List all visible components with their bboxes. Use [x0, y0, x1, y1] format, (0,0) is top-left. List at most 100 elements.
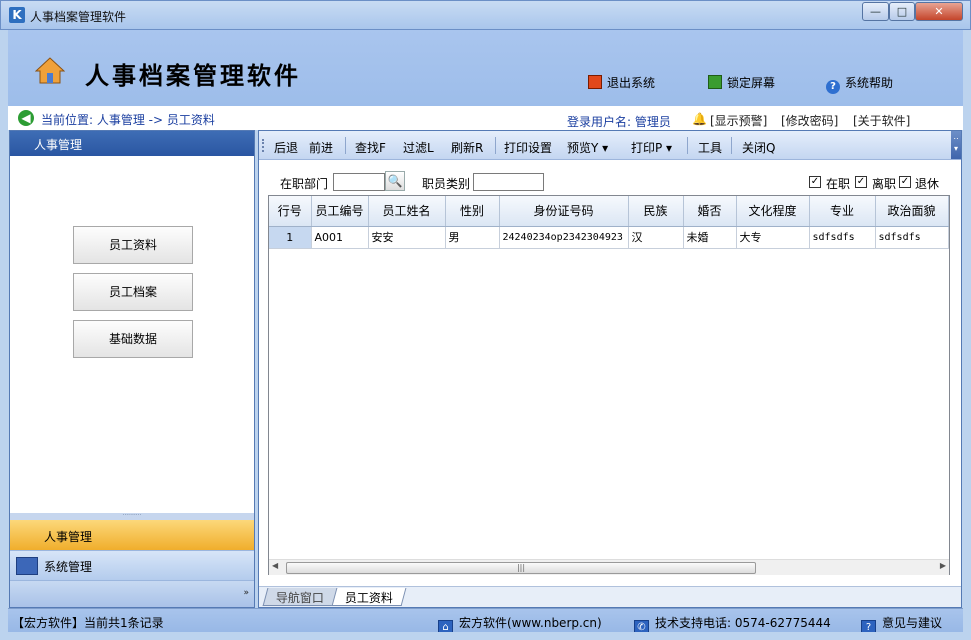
- window-bottom-edge: [0, 632, 971, 640]
- record-count: 【宏方软件】当前共1条记录: [12, 616, 164, 630]
- close-tab-button[interactable]: 关闭Q: [742, 139, 775, 156]
- back-arrow-icon[interactable]: ◀: [18, 110, 34, 126]
- system-help-button[interactable]: ? 系统帮助: [826, 74, 893, 94]
- horizontal-scrollbar[interactable]: ◀ ||| ▶: [269, 559, 949, 575]
- table-cell[interactable]: sdfsdfs: [809, 226, 876, 249]
- category-input[interactable]: [473, 173, 544, 191]
- group-sys-label: 系统管理: [44, 560, 93, 574]
- preview-button[interactable]: 预览Y ▾: [567, 139, 608, 156]
- website-label: 宏方软件(www.nberp.cn): [459, 616, 602, 630]
- find-button[interactable]: 查找F: [355, 139, 386, 156]
- column-header[interactable]: 性别: [445, 196, 500, 227]
- column-header[interactable]: 专业: [809, 196, 876, 227]
- navigation-panel: 人事管理 员工资料 员工档案 基础数据 ·········· 人事管理 系统管理…: [9, 130, 255, 608]
- exit-label: 退出系统: [607, 76, 656, 90]
- basic-data-button[interactable]: 基础数据: [73, 320, 193, 358]
- department-label: 在职部门: [280, 177, 329, 191]
- column-header[interactable]: 文化程度: [736, 196, 810, 227]
- back-button[interactable]: 后退: [274, 139, 298, 156]
- help-icon: ?: [826, 80, 840, 94]
- row-number[interactable]: 1: [269, 226, 312, 249]
- table-header-row: 行号 员工编号 员工姓名 性别 身份证号码 民族 婚否 文化程度 专业 政治面貌: [269, 196, 949, 227]
- table-cell[interactable]: 大专: [736, 226, 810, 249]
- group-system-management[interactable]: 系统管理: [10, 550, 254, 580]
- active-checkbox[interactable]: ✓: [809, 176, 821, 188]
- left-label: 离职: [872, 177, 897, 191]
- app-icon: K: [9, 7, 25, 23]
- close-window-button[interactable]: ✕: [915, 2, 963, 21]
- show-warning-link[interactable]: [显示预警]: [710, 112, 767, 129]
- group-overflow[interactable]: »: [10, 580, 254, 607]
- toolbar-separator: [345, 137, 346, 154]
- refresh-button[interactable]: 刷新R: [451, 139, 483, 156]
- department-input[interactable]: [333, 173, 385, 191]
- scroll-thumb[interactable]: |||: [286, 562, 756, 574]
- lock-icon: [708, 75, 722, 89]
- employee-archive-button[interactable]: 员工档案: [73, 273, 193, 311]
- system-icon: [16, 557, 38, 575]
- scroll-right-icon[interactable]: ▶: [940, 561, 946, 570]
- group-hr-label: 人事管理: [44, 530, 93, 544]
- tools-button[interactable]: 工具: [698, 139, 722, 156]
- power-icon: [588, 75, 602, 89]
- group-hr-management[interactable]: 人事管理: [10, 520, 254, 550]
- column-header[interactable]: 员工姓名: [368, 196, 446, 227]
- column-header[interactable]: 政治面貌: [875, 196, 949, 227]
- change-password-link[interactable]: [修改密码]: [781, 112, 838, 129]
- toolbar-separator: [687, 137, 688, 154]
- retired-label: 退休: [915, 177, 940, 191]
- active-label: 在职: [826, 177, 851, 191]
- lock-screen-button[interactable]: 锁定屏幕: [708, 74, 775, 91]
- minimize-button[interactable]: —: [862, 2, 889, 21]
- column-header[interactable]: 行号: [269, 196, 312, 227]
- lock-label: 锁定屏幕: [727, 76, 776, 90]
- toolbar-overflow-icon[interactable]: ‥ ▾: [951, 131, 961, 159]
- tab-employee-label: 员工资料: [344, 591, 393, 605]
- print-setup-button[interactable]: 打印设置: [504, 139, 552, 156]
- app-name: 人事档案管理软件: [85, 61, 301, 90]
- table-cell[interactable]: 安安: [368, 226, 446, 249]
- tab-navigation[interactable]: 导航窗口: [262, 588, 338, 606]
- maximize-button[interactable]: □: [889, 2, 915, 21]
- content-panel: 后退 前进 查找F 过滤L 刷新R 打印设置 预览Y ▾ 打印P ▾ 工具 关闭…: [258, 130, 962, 608]
- table-cell[interactable]: A001: [311, 226, 369, 249]
- panel-splitter[interactable]: ··········: [10, 513, 254, 520]
- left-checkbox[interactable]: ✓: [855, 176, 867, 188]
- column-header[interactable]: 身份证号码: [499, 196, 629, 227]
- toolbar-separator: [495, 137, 496, 154]
- login-user: 登录用户名: 管理员: [567, 115, 671, 129]
- employee-table: 行号 员工编号 员工姓名 性别 身份证号码 民族 婚否 文化程度 专业 政治面貌 1 A001 安安男…: [269, 196, 949, 249]
- search-icon[interactable]: 🔍: [385, 171, 405, 191]
- table-row[interactable]: 1 A001 安安男 24240234op2342304923 汉未婚 大专 sdfsdfs…: [269, 226, 949, 249]
- retired-checkbox[interactable]: ✓: [899, 176, 911, 188]
- help-label: 系统帮助: [845, 76, 894, 90]
- tab-employee-info[interactable]: 员工资料: [331, 588, 407, 606]
- chevron-right-icon[interactable]: »: [243, 588, 249, 598]
- feedback-label: 意见与建议: [882, 616, 943, 630]
- breadcrumb: 当前位置: 人事管理 -> 员工资料: [41, 113, 215, 127]
- column-header[interactable]: 员工编号: [311, 196, 369, 227]
- header-banner: 人事档案管理软件 退出系统 锁定屏幕 ? 系统帮助: [8, 30, 963, 106]
- table-cell[interactable]: 汉: [628, 226, 684, 249]
- filter-button[interactable]: 过滤L: [403, 139, 434, 156]
- tab-navigation-label: 导航窗口: [275, 591, 324, 605]
- employee-info-button[interactable]: 员工资料: [73, 226, 193, 264]
- table-cell[interactable]: 男: [445, 226, 500, 249]
- status-bar: 【宏方软件】当前共1条记录 ⌂ 宏方软件(www.nberp.cn) ✆ 技术支持电…: [8, 608, 963, 635]
- table-cell[interactable]: sdfsdfs: [875, 226, 949, 249]
- table-cell[interactable]: 24240234op2342304923: [499, 226, 629, 249]
- toolbar: 后退 前进 查找F 过滤L 刷新R 打印设置 预览Y ▾ 打印P ▾ 工具 关闭…: [259, 131, 961, 160]
- about-link[interactable]: [关于软件]: [853, 112, 910, 129]
- nav-panel-header: 人事管理: [10, 131, 254, 156]
- forward-button[interactable]: 前进: [309, 139, 333, 156]
- print-button[interactable]: 打印P ▾: [631, 139, 672, 156]
- column-header[interactable]: 婚否: [683, 196, 737, 227]
- table-cell[interactable]: 未婚: [683, 226, 737, 249]
- toolbar-grip[interactable]: [262, 139, 265, 152]
- exit-system-button[interactable]: 退出系统: [588, 74, 655, 91]
- home-icon: [35, 57, 65, 84]
- column-header[interactable]: 民族: [628, 196, 684, 227]
- employee-grid: 行号 员工编号 员工姓名 性别 身份证号码 民族 婚否 文化程度 专业 政治面貌 1 A001 安安男…: [268, 195, 950, 575]
- scroll-left-icon[interactable]: ◀: [272, 561, 278, 570]
- location-bar: ◀ 当前位置: 人事管理 -> 员工资料 登录用户名: 管理员 🔔 [显示预警]…: [8, 106, 963, 130]
